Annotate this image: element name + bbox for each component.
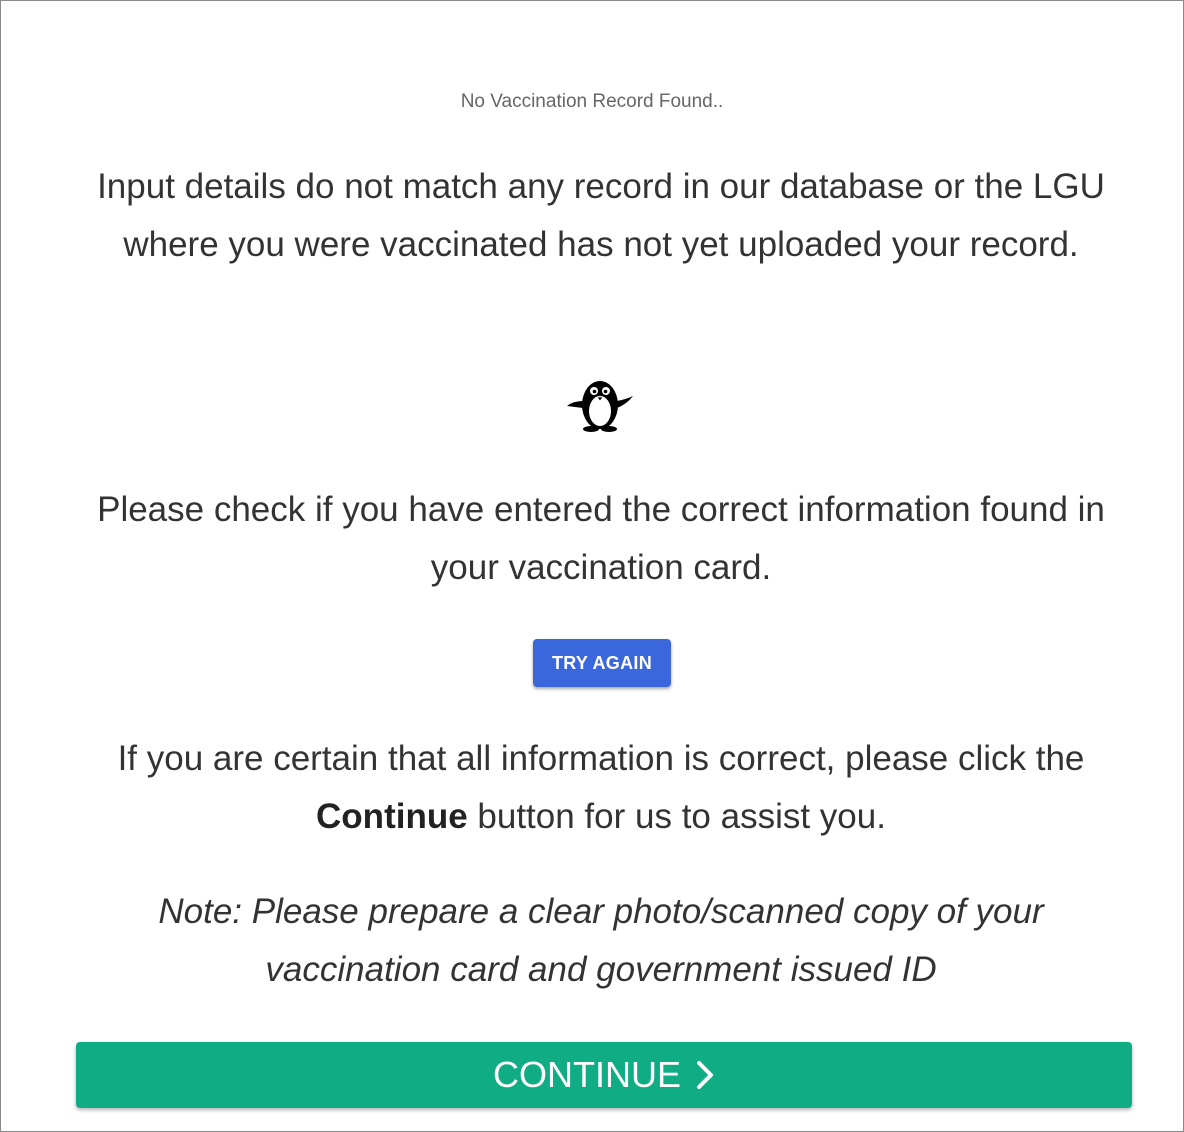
check-info-message: Please check if you have entered the cor… xyxy=(97,490,1105,587)
instruction-bold-continue: Continue xyxy=(316,797,468,836)
instruction-text-start: If you are certain that all information … xyxy=(117,739,1085,778)
penguin-icon xyxy=(565,371,635,435)
continue-button[interactable]: CONTINUE xyxy=(76,1042,1132,1108)
chevron-right-icon xyxy=(697,1061,713,1089)
status-subtitle: No Vaccination Record Found.. xyxy=(460,91,724,112)
instruction-text-end: button for us to assist you. xyxy=(467,797,886,836)
mismatch-message: Input details do not match any record in… xyxy=(97,167,1105,264)
continue-button-label: CONTINUE xyxy=(493,1054,681,1095)
preparation-note: Note: Please prepare a clear photo/scann… xyxy=(158,892,1044,989)
continue-instruction: If you are certain that all information … xyxy=(81,730,1121,846)
dialog-panel: No Vaccination Record Found.. Input deta… xyxy=(0,0,1184,1132)
try-again-button[interactable]: TRY AGAIN xyxy=(533,639,671,687)
